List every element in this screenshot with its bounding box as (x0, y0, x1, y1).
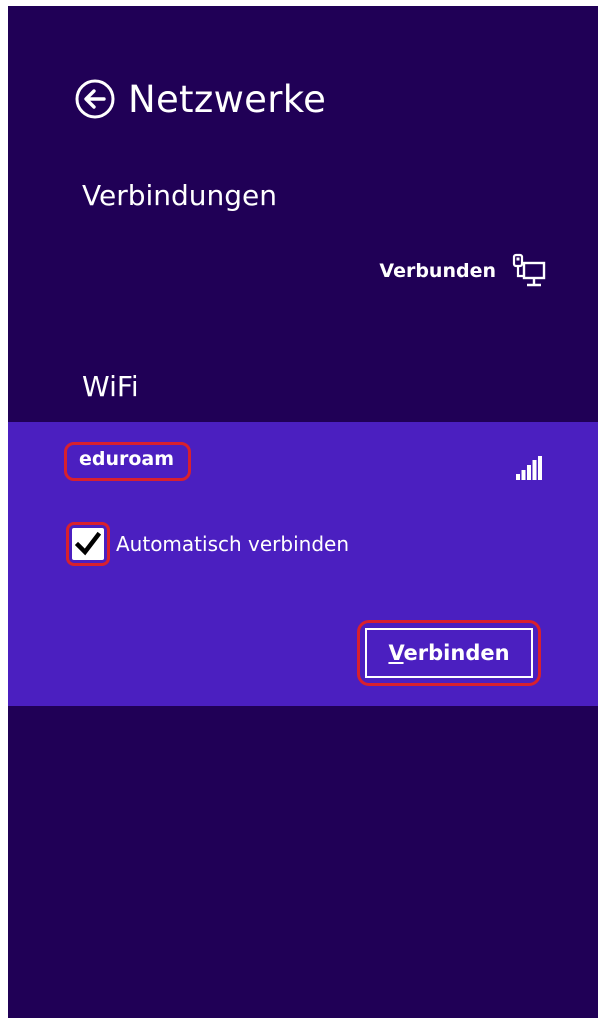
wifi-signal-strength-icon (516, 456, 542, 480)
connect-button-highlight: Verbinden (357, 620, 541, 686)
connect-button[interactable]: Verbinden (365, 628, 533, 678)
auto-connect-highlight[interactable] (66, 522, 110, 566)
ethernet-connection[interactable]: Verbunden (379, 252, 548, 290)
ssid-highlight[interactable]: eduroam (64, 442, 192, 481)
ethernet-status: Verbunden (379, 260, 496, 282)
wifi-network-item[interactable]: eduroam Automatisch verbinden Verbinden (8, 422, 598, 706)
page-title: Netzwerke (128, 77, 327, 121)
checkmark-icon (75, 531, 101, 556)
wifi-heading: WiFi (82, 370, 139, 403)
header: Netzwerke (74, 78, 326, 120)
network-ssid: eduroam (79, 448, 175, 470)
auto-connect-row: Automatisch verbinden (66, 522, 349, 566)
wired-network-icon (512, 253, 546, 287)
connections-heading: Verbindungen (82, 179, 278, 212)
auto-connect-checkbox[interactable] (72, 528, 104, 560)
auto-connect-label[interactable]: Automatisch verbinden (116, 532, 349, 556)
networks-flyout: Netzwerke Verbindungen Verbunden WiFi ed… (8, 6, 598, 1018)
back-arrow-circle-icon[interactable] (74, 78, 116, 120)
